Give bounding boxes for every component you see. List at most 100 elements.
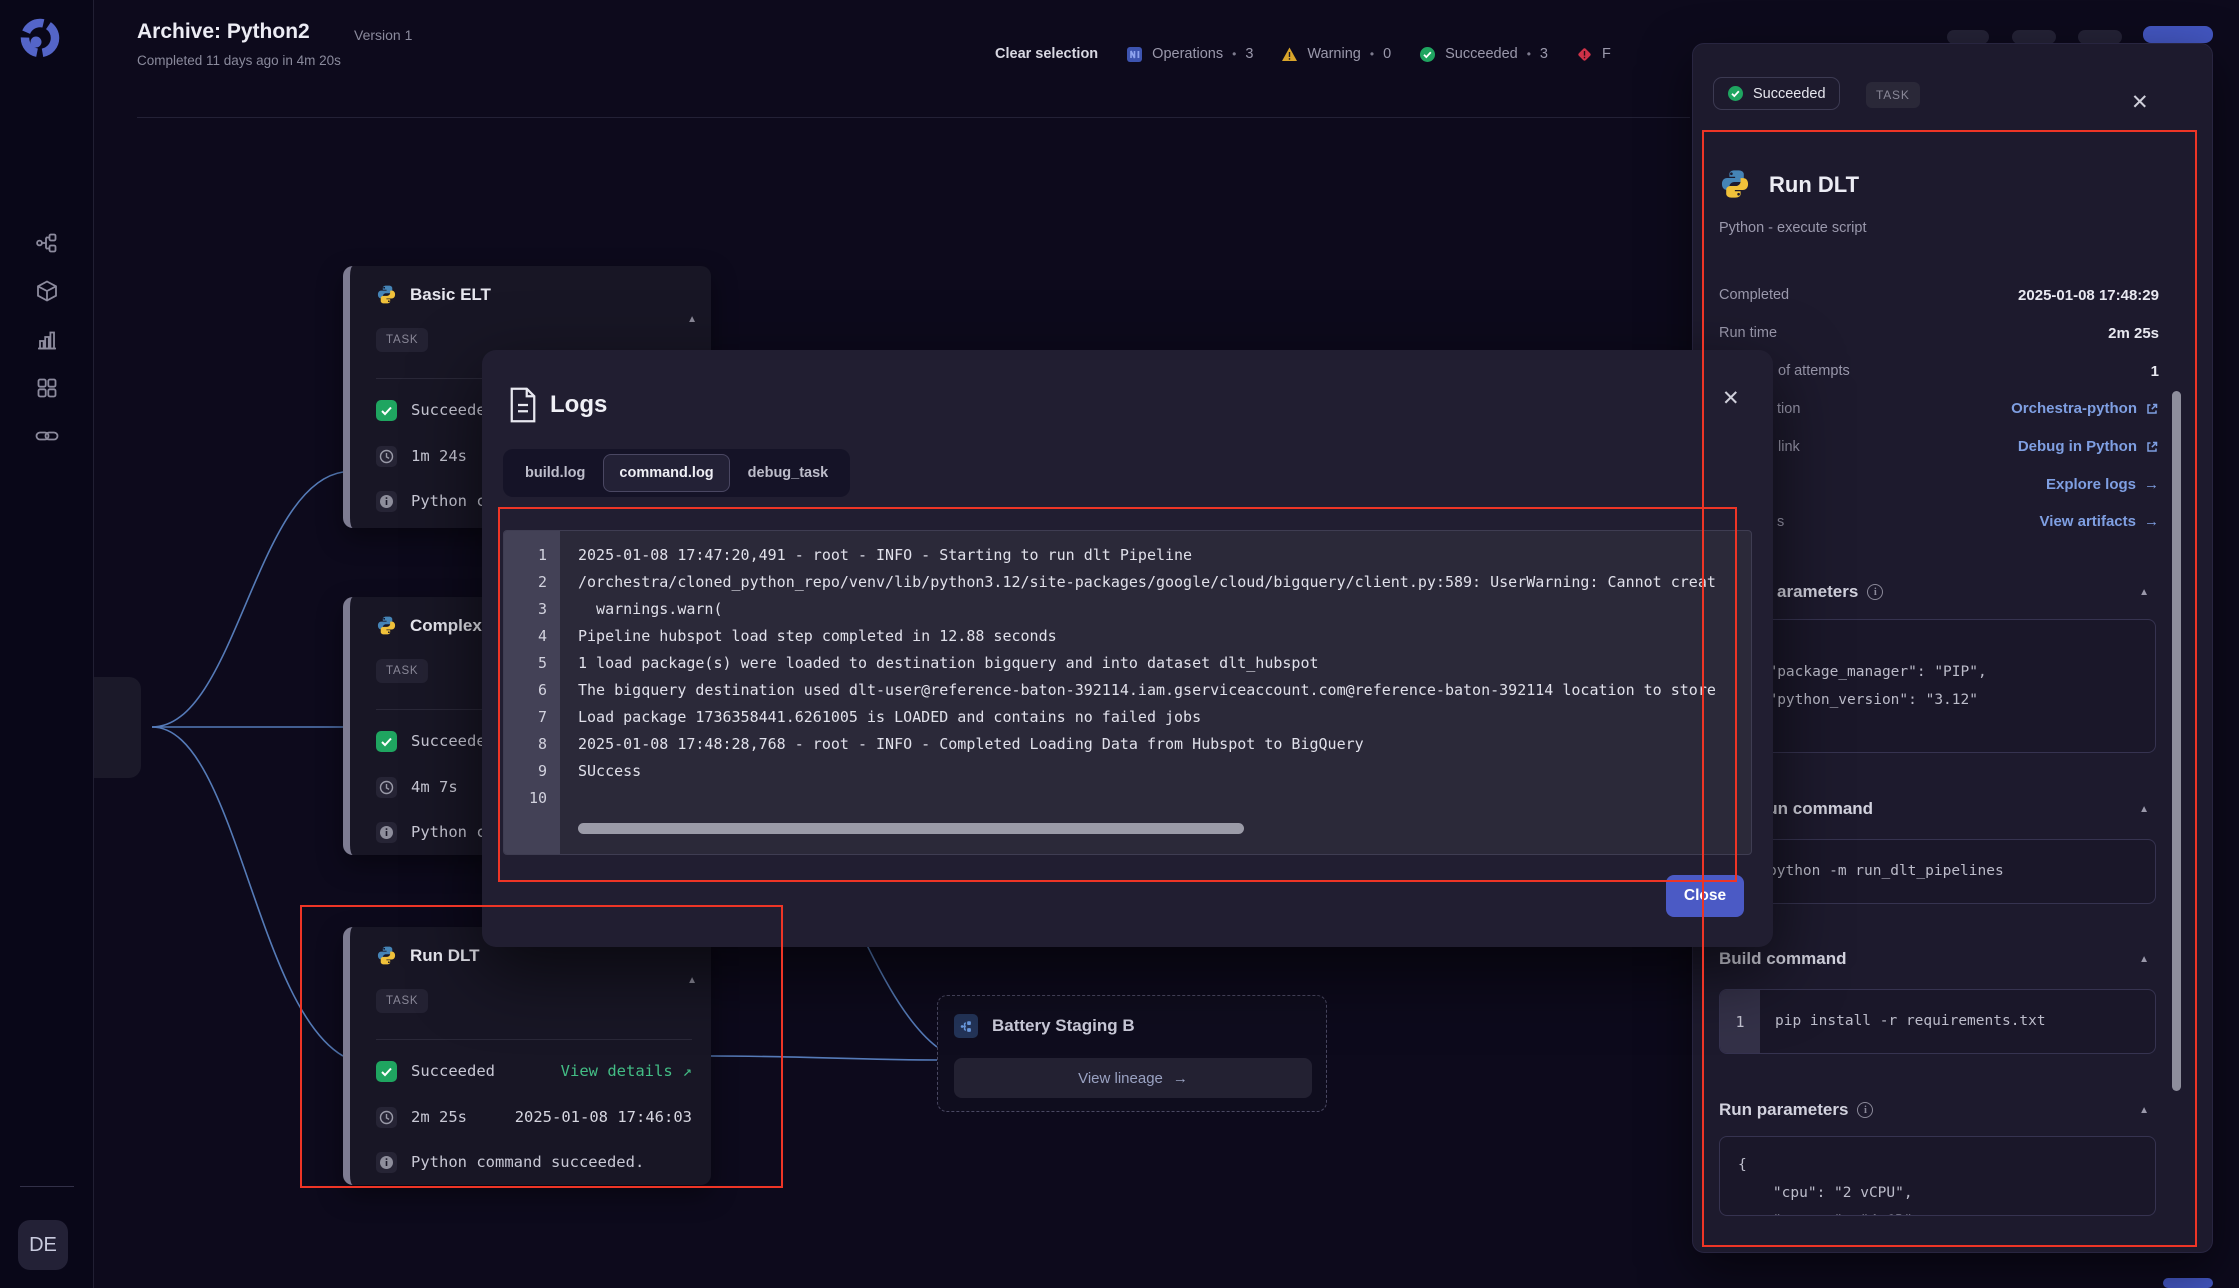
document-icon bbox=[510, 387, 536, 423]
node-runtime: 2m 25s bbox=[411, 1108, 467, 1126]
sidebar-divider bbox=[20, 1186, 74, 1187]
sidebar-item-integrations[interactable] bbox=[34, 375, 60, 401]
page-title: Archive: Python2 bbox=[137, 20, 310, 43]
version-badge: Version 1 bbox=[354, 27, 413, 43]
info-icon bbox=[376, 821, 397, 843]
failed-icon bbox=[1578, 47, 1591, 61]
collapse-caret-icon[interactable]: ▲ bbox=[687, 975, 697, 986]
sidebar-item-products[interactable] bbox=[34, 278, 60, 304]
success-check-icon bbox=[376, 1060, 397, 1082]
sidebar: DE bbox=[0, 0, 94, 1288]
log-line: Load package 1736358441.6261005 is LOADE… bbox=[578, 708, 1202, 726]
run-summary-text: Completed 11 days ago in 4m 20s bbox=[137, 53, 341, 68]
collapse-caret-icon[interactable]: ▲ bbox=[687, 314, 697, 325]
collapse-caret-icon[interactable]: ▲ bbox=[2139, 954, 2149, 965]
explore-logs-link[interactable]: Explore logs → bbox=[2046, 476, 2159, 493]
node-runtime: 1m 24s bbox=[411, 447, 467, 465]
workflow-icon bbox=[36, 233, 57, 253]
artifacts-label: s bbox=[1777, 514, 1785, 530]
collapse-caret-icon[interactable]: ▲ bbox=[2139, 804, 2149, 815]
node-runtime: 4m 7s bbox=[411, 778, 458, 796]
log-line: /orchestra/cloned_python_repo/venv/lib/p… bbox=[578, 573, 1716, 591]
parameters-section-title: arameters i bbox=[1777, 582, 1884, 602]
tab-debug-task[interactable]: debug_task bbox=[732, 454, 845, 492]
log-line: 2025-01-08 17:48:28,768 - root - INFO - … bbox=[578, 735, 1364, 753]
separator-dot: • bbox=[1369, 47, 1375, 61]
clock-icon bbox=[376, 1106, 397, 1128]
log-line: 2025-01-08 17:47:20,491 - root - INFO - … bbox=[578, 546, 1193, 564]
node-status: Succeeded bbox=[411, 1062, 495, 1080]
task-type-badge: TASK bbox=[376, 989, 429, 1013]
tab-command-log[interactable]: command.log bbox=[603, 454, 730, 492]
close-icon[interactable]: ✕ bbox=[2131, 90, 2149, 115]
stat-operations: Operations • 3 bbox=[1126, 46, 1253, 63]
orchestra-logo[interactable] bbox=[16, 14, 64, 62]
tab-build-log[interactable]: build.log bbox=[509, 454, 601, 492]
stat-warning: Warning • 0 bbox=[1281, 46, 1391, 63]
sidebar-item-connections[interactable] bbox=[34, 423, 60, 449]
task-type-badge: TASK bbox=[376, 659, 429, 683]
separator-dot: • bbox=[1526, 47, 1531, 61]
debug-in-python-link[interactable]: Debug in Python bbox=[2018, 438, 2159, 455]
user-avatar[interactable]: DE bbox=[18, 1220, 68, 1270]
toolbar-button[interactable] bbox=[2012, 30, 2056, 44]
package-icon bbox=[37, 280, 57, 302]
clock-icon bbox=[376, 776, 397, 798]
python-icon bbox=[376, 615, 397, 636]
clear-selection-button[interactable]: Clear selection bbox=[995, 46, 1098, 62]
debug-label: link bbox=[1778, 439, 1800, 455]
clock-icon bbox=[376, 445, 397, 467]
view-lineage-button[interactable]: View lineage → bbox=[954, 1058, 1312, 1098]
log-tabs: build.log command.log debug_task bbox=[503, 449, 851, 497]
pipeline-icon bbox=[954, 1014, 978, 1038]
operations-icon bbox=[1127, 46, 1143, 62]
arrow-up-right-icon: ↗ bbox=[682, 1062, 692, 1080]
pipeline-node-battery-staging-b[interactable]: Battery Staging B View lineage → bbox=[937, 995, 1327, 1112]
view-artifacts-link[interactable]: View artifacts → bbox=[2040, 513, 2159, 530]
view-details-link[interactable]: View details ↗ bbox=[561, 1062, 692, 1080]
collapse-caret-icon[interactable]: ▲ bbox=[2139, 587, 2149, 598]
collapsed-group-chip[interactable] bbox=[94, 677, 141, 778]
build-command-code: pip install -r requirements.txt bbox=[1775, 1013, 2046, 1029]
external-link-icon bbox=[2147, 403, 2158, 414]
node-title: Complex bbox=[410, 615, 482, 635]
logs-modal: Logs ✕ build.log command.log debug_task … bbox=[482, 350, 1773, 947]
sidebar-item-pipelines[interactable] bbox=[34, 230, 60, 256]
close-button[interactable]: Close bbox=[1666, 875, 1744, 917]
log-line: warnings.warn( bbox=[578, 600, 723, 618]
success-check-icon bbox=[376, 730, 397, 752]
arrow-right-icon: → bbox=[2144, 513, 2159, 530]
succeeded-icon bbox=[1420, 46, 1436, 62]
python-icon bbox=[376, 945, 397, 966]
stat-succeeded: Succeeded • 3 bbox=[1419, 46, 1548, 63]
python-icon bbox=[376, 284, 397, 305]
sidebar-item-analytics[interactable] bbox=[34, 327, 60, 353]
node-message: Python command succeeded. bbox=[411, 1153, 645, 1171]
node-title: Battery Staging B bbox=[992, 1016, 1135, 1035]
orchestra-python-link[interactable]: Orchestra-python bbox=[2011, 400, 2159, 417]
close-icon[interactable]: ✕ bbox=[1722, 386, 1740, 411]
success-check-icon bbox=[1728, 86, 1743, 101]
arrow-right-icon: → bbox=[2144, 476, 2159, 493]
toolbar-button[interactable] bbox=[2078, 30, 2122, 44]
build-command-section-title: Build command bbox=[1719, 949, 1847, 968]
collapse-caret-icon[interactable]: ▲ bbox=[2139, 1105, 2149, 1116]
link-icon bbox=[35, 431, 59, 441]
horizontal-scrollbar[interactable] bbox=[578, 823, 1244, 834]
completed-value: 2025-01-08 17:48:29 bbox=[2018, 287, 2159, 304]
rerun-button-sliver[interactable] bbox=[2163, 1278, 2213, 1288]
task-type-badge: TASK bbox=[1866, 82, 1920, 108]
run-parameters-code: { "cpu": "2 vCPU", "memory": "4 GB" bbox=[1738, 1157, 1913, 1215]
warning-count: 0 bbox=[1383, 46, 1392, 62]
panel-scrollbar[interactable] bbox=[2172, 391, 2181, 1091]
info-icon: i bbox=[1867, 584, 1884, 600]
log-viewer[interactable]: 12 34 56 78 9 10 2025-01-08 17:47:20,491 … bbox=[503, 530, 1752, 855]
runtime-label: Run time bbox=[1719, 325, 1778, 341]
info-icon bbox=[376, 490, 397, 512]
node-title: Run DLT bbox=[410, 945, 480, 965]
stat-failed: F bbox=[1576, 46, 1611, 63]
node-divider bbox=[376, 1039, 692, 1040]
task-node-run-dlt[interactable]: Run DLT ▲ TASK Succeeded View details ↗ 2… bbox=[343, 927, 711, 1185]
toolbar-button[interactable] bbox=[1947, 30, 1989, 44]
primary-action-button[interactable] bbox=[2143, 26, 2213, 43]
